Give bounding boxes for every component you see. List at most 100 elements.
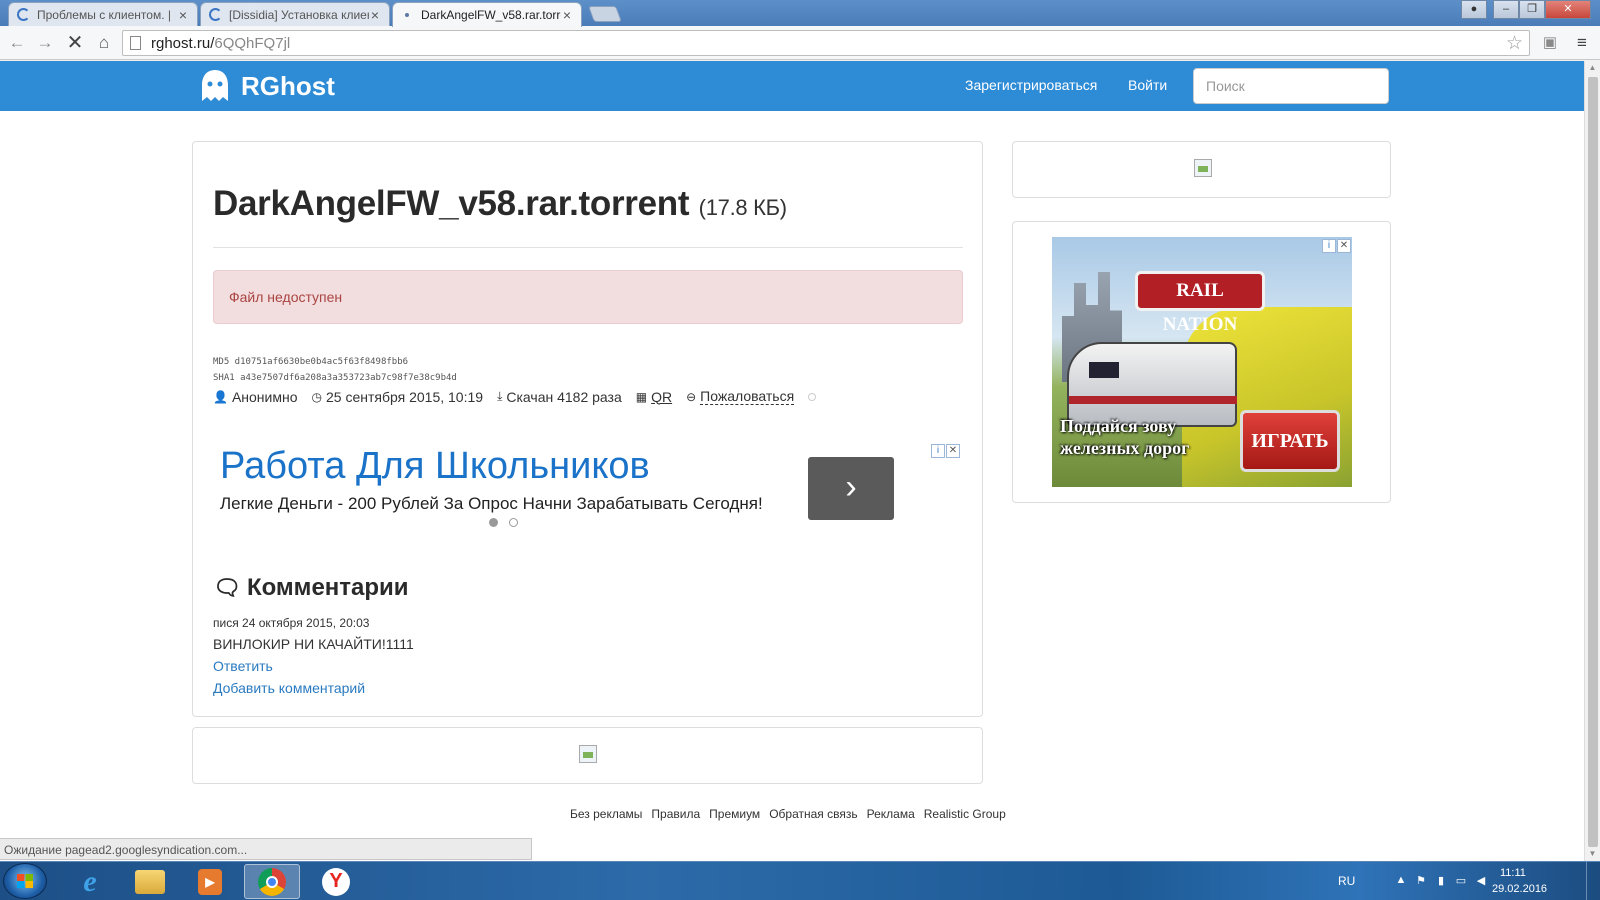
- forward-icon[interactable]: →: [34, 32, 56, 54]
- stop-icon[interactable]: ✕: [64, 32, 86, 54]
- carousel-dot[interactable]: [509, 518, 518, 527]
- url-text[interactable]: rghost.ru/6QQhFQ7jl: [151, 35, 290, 52]
- sidebar-ad-panel: [1012, 141, 1391, 198]
- start-button[interactable]: [3, 863, 47, 899]
- scrollbar-thumb[interactable]: [1588, 77, 1598, 847]
- status-bubble: Ожидание pagead2.googlesyndication.com..…: [0, 838, 532, 860]
- minimize-button[interactable]: –: [1493, 0, 1519, 19]
- network-icon[interactable]: ▭: [1454, 874, 1468, 888]
- chrome-icon: [258, 867, 286, 896]
- restore-button[interactable]: ❐: [1519, 0, 1545, 19]
- footer-link-advertising[interactable]: Реклама: [867, 807, 915, 821]
- adchoices-icon[interactable]: i: [931, 444, 945, 458]
- internet-explorer-icon: e: [83, 864, 97, 898]
- site-logo[interactable]: RGhost: [199, 69, 335, 103]
- search-input[interactable]: [1193, 68, 1389, 104]
- action-center-icon[interactable]: ⚑: [1414, 874, 1428, 888]
- site-navbar: RGhost Зарегистрироваться Войти: [0, 61, 1584, 111]
- ad-body[interactable]: Легкие Деньги - 200 Рублей За Опрос Начн…: [220, 494, 763, 514]
- browser-tab-strip: Проблемы с клиентом. | × [Dissidia] Уста…: [0, 0, 1600, 27]
- ad-headline[interactable]: Работа Для Школьников: [220, 445, 650, 488]
- comments-icon: 🗨: [213, 575, 241, 600]
- taskbar-explorer[interactable]: [122, 864, 178, 899]
- comments-title: Комментарии: [246, 574, 409, 601]
- language-indicator[interactable]: RU: [1338, 874, 1355, 888]
- clock-time[interactable]: 11:11: [1500, 867, 1526, 879]
- comment-author: пися: [213, 616, 239, 630]
- footer-link-no-ads[interactable]: Без рекламы: [570, 807, 642, 821]
- menu-icon[interactable]: ≡: [1571, 32, 1593, 54]
- bottom-ad-panel: [192, 727, 983, 784]
- footer-link-feedback[interactable]: Обратная связь: [769, 807, 857, 821]
- adchoices-icon[interactable]: i: [1322, 239, 1336, 253]
- taskbar-media-player[interactable]: ▶: [182, 864, 238, 899]
- power-icon[interactable]: ▮: [1434, 874, 1448, 888]
- scroll-up-icon[interactable]: ▲: [1585, 61, 1600, 75]
- logo-text: RGhost: [241, 70, 335, 101]
- scroll-down-icon[interactable]: ▼: [1585, 847, 1600, 861]
- ad-close-icon[interactable]: ✕: [946, 444, 960, 458]
- download-count: Скачан 4182 раза: [506, 388, 622, 405]
- comment-text: ВИНЛОКИР НИ КАЧАЙТИ!1111: [213, 636, 414, 652]
- volume-icon[interactable]: ◀: [1474, 874, 1488, 888]
- site-footer: Без рекламы Правила Премиум Обратная свя…: [570, 807, 1006, 821]
- close-icon[interactable]: ×: [369, 7, 381, 23]
- user-icon[interactable]: ●: [1461, 0, 1487, 19]
- tab-rghost[interactable]: DarkAngelFW_v58.rar.torre ×: [392, 2, 582, 27]
- extension-icon[interactable]: ▣: [1539, 32, 1561, 54]
- add-comment-link[interactable]: Добавить комментарий: [213, 680, 365, 696]
- footer-link-rules[interactable]: Правила: [651, 807, 700, 821]
- close-icon[interactable]: ×: [177, 7, 189, 23]
- login-link[interactable]: Войти: [1128, 77, 1167, 93]
- taskbar-yandex[interactable]: Y: [308, 864, 364, 899]
- clock-date[interactable]: 29.02.2016: [1492, 883, 1547, 895]
- banner-caption-line: Поддайся зову: [1060, 416, 1177, 436]
- tab-problems[interactable]: Проблемы с клиентом. | ×: [8, 2, 198, 26]
- rail-nation-banner[interactable]: RAIL NATION Поддайся зову железных дорог…: [1052, 237, 1352, 487]
- user-icon: 👤: [213, 389, 228, 404]
- window-close-button[interactable]: ✕: [1545, 0, 1591, 19]
- page-scrollbar[interactable]: ▲ ▼: [1584, 61, 1600, 861]
- home-icon[interactable]: ⌂: [93, 32, 115, 54]
- tab-dissidia[interactable]: [Dissidia] Установка клиен ×: [200, 2, 390, 26]
- register-link[interactable]: Зарегистрироваться: [965, 77, 1097, 93]
- comment-date: 24 октября 2015, 20:03: [242, 616, 370, 630]
- url-host: rghost.ru/: [151, 35, 215, 52]
- broken-image-icon[interactable]: [579, 745, 597, 763]
- download-icon: ⤓: [497, 389, 503, 403]
- taskbar-chrome[interactable]: [244, 864, 300, 899]
- footer-link-realistic-group[interactable]: Realistic Group: [924, 807, 1006, 821]
- system-tray: RU ▲ ⚑ ▮ ▭ ◀ 11:11 29.02.2016: [1330, 862, 1600, 900]
- file-size: (17.8 КБ): [698, 195, 787, 220]
- text-ad[interactable]: Работа Для Школьников Легкие Деньги - 20…: [213, 442, 965, 542]
- show-hidden-icons-icon[interactable]: ▲: [1394, 874, 1408, 888]
- reply-link[interactable]: Ответить: [213, 658, 273, 674]
- new-tab-button[interactable]: [588, 6, 622, 22]
- footer-link-premium[interactable]: Премиум: [709, 807, 760, 821]
- comment-meta: пися 24 октября 2015, 20:03: [213, 616, 369, 630]
- browser-toolbar: ← → ✕ ⌂ rghost.ru/6QQhFQ7jl ☆ ▣ ≡: [0, 26, 1600, 60]
- ghost-icon: [202, 70, 228, 101]
- close-icon[interactable]: ×: [561, 7, 573, 23]
- qr-link[interactable]: QR: [651, 389, 672, 405]
- media-player-icon: ▶: [198, 868, 222, 895]
- carousel-dot[interactable]: [489, 518, 498, 527]
- md5-hash: MD5 d10751af6630be0b4ac5f63f8498fbb6: [213, 357, 409, 367]
- tab-title: DarkAngelFW_v58.rar.torre: [421, 8, 561, 22]
- play-button[interactable]: ИГРАТЬ: [1240, 410, 1340, 472]
- folder-icon: [135, 869, 165, 894]
- report-link[interactable]: Пожаловаться: [700, 388, 795, 405]
- banner-caption: Поддайся зову железных дорог: [1060, 415, 1189, 459]
- broken-image-icon[interactable]: [1194, 159, 1212, 177]
- show-desktop-button[interactable]: [1586, 862, 1600, 900]
- address-bar[interactable]: rghost.ru/6QQhFQ7jl ☆: [122, 30, 1530, 56]
- ad-close-icon[interactable]: ✕: [1337, 239, 1351, 253]
- divider: [213, 247, 963, 248]
- taskbar-ie[interactable]: e: [62, 864, 118, 899]
- back-icon[interactable]: ←: [6, 32, 28, 54]
- bookmark-star-icon[interactable]: ☆: [1506, 32, 1523, 55]
- page-viewport: RGhost Зарегистрироваться Войти DarkAnge…: [0, 61, 1584, 861]
- ad-go-button[interactable]: ›: [808, 457, 894, 520]
- file-meta: 👤 Анонимно ◷ 25 сентября 2015, 10:19 ⤓ Скач…: [213, 388, 817, 405]
- yandex-browser-icon: Y: [322, 867, 350, 896]
